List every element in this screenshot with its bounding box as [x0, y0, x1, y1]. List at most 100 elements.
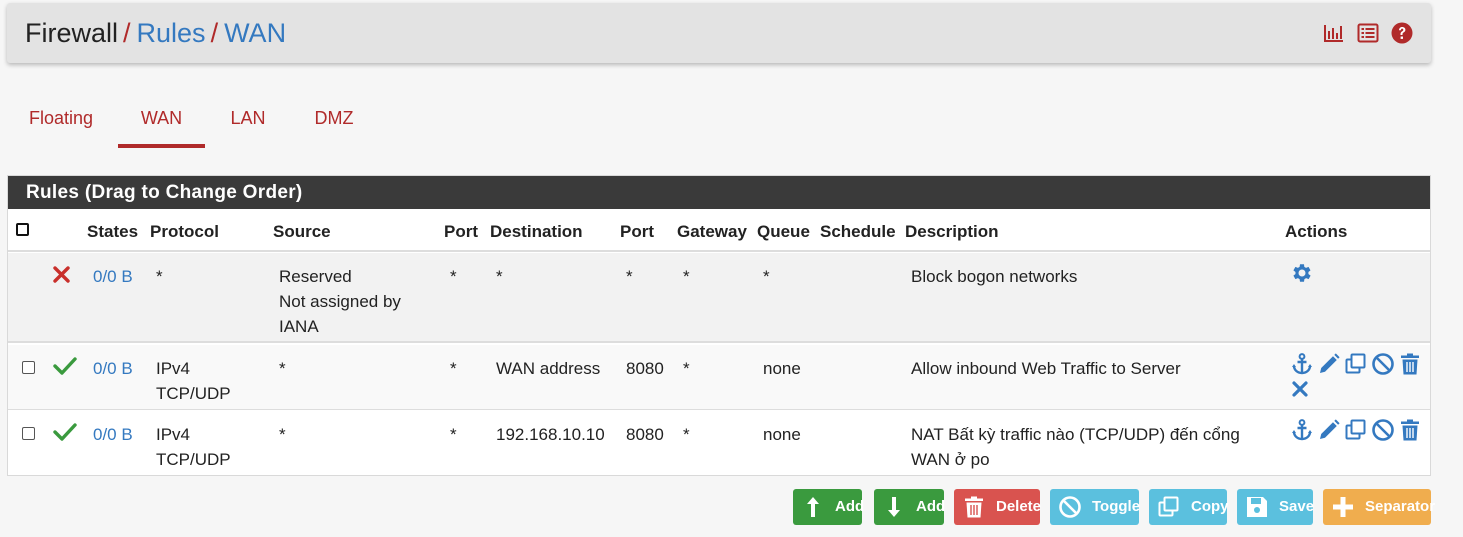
breadcrumb-rules[interactable]: Rules	[137, 18, 206, 48]
help-icon[interactable]	[1391, 22, 1413, 44]
col-states: States	[87, 222, 139, 241]
save-icon	[1245, 495, 1269, 519]
queue-cell: none	[763, 359, 801, 378]
delete-label: Delete	[996, 498, 1042, 515]
breadcrumb-wan[interactable]: WAN	[224, 18, 286, 48]
protocol-cell: IPv4 TCP/UDP	[156, 422, 231, 472]
states-link[interactable]: 0/0 B	[93, 422, 133, 447]
pass-status-icon	[53, 423, 77, 441]
col-protocol: Protocol	[150, 222, 219, 241]
disable-icon[interactable]	[1371, 418, 1395, 442]
pass-status-icon	[53, 357, 77, 375]
row-select-checkbox[interactable]	[22, 427, 35, 440]
col-source: Source	[273, 222, 331, 241]
delete-button[interactable]: Delete	[954, 489, 1042, 525]
destination-cell: *	[496, 267, 503, 286]
add-top-label: Add	[835, 498, 865, 515]
list-icon[interactable]	[1357, 22, 1379, 44]
protocol-line: TCP/UDP	[156, 384, 231, 403]
panel-title: Rules (Drag to Change Order)	[8, 176, 1430, 209]
col-description: Description	[905, 222, 999, 241]
table-header: States Protocol Source Port Destination …	[8, 209, 1430, 252]
page-header: Firewall / Rules / WAN	[7, 3, 1431, 63]
col-destination: Destination	[490, 222, 583, 241]
protocol-cell: *	[156, 267, 163, 286]
arrow-up-icon	[801, 495, 825, 519]
save-label: Save	[1279, 498, 1315, 515]
select-all-checkbox[interactable]	[16, 223, 29, 236]
row-select-checkbox[interactable]	[22, 361, 35, 374]
col-port: Port	[444, 222, 478, 241]
copy-label: Copy	[1191, 498, 1229, 515]
row-actions	[1290, 352, 1422, 376]
copy-button[interactable]: Copy	[1149, 489, 1229, 525]
description-cell: Block bogon networks	[911, 267, 1078, 286]
tab-dmz[interactable]: DMZ	[306, 98, 362, 148]
destination-cell: 192.168.10.10	[496, 425, 605, 444]
trash-icon	[962, 495, 986, 519]
copy-icon[interactable]	[1344, 418, 1368, 442]
anchor-icon[interactable]	[1290, 352, 1314, 376]
gear-icon[interactable]	[1290, 261, 1314, 285]
anchor-icon[interactable]	[1290, 418, 1314, 442]
copy-icon[interactable]	[1344, 352, 1368, 376]
states-link[interactable]: 0/0 B	[93, 264, 133, 289]
description-cell: NAT Bất kỳ traffic nào (TCP/UDP) đến cổn…	[911, 422, 1240, 472]
table-row[interactable]: 0/0 B * Reserved Not assigned by IANA * …	[8, 253, 1430, 343]
row-actions	[1290, 418, 1422, 442]
table-row[interactable]: 0/0 B IPv4 TCP/UDP * * 192.168.10.10 808…	[8, 411, 1430, 475]
tab-wan[interactable]: WAN	[118, 98, 205, 148]
description-line: WAN ở po	[911, 450, 990, 469]
queue-cell: *	[763, 267, 770, 286]
add-top-button[interactable]: Add	[793, 489, 865, 525]
edit-pencil-icon[interactable]	[1317, 352, 1341, 376]
tab-floating[interactable]: Floating	[22, 98, 100, 148]
breadcrumb-separator: /	[123, 18, 131, 48]
port-cell: *	[450, 359, 457, 378]
col-dest-port: Port	[620, 222, 654, 241]
block-status-icon	[53, 266, 70, 283]
plus-icon	[1331, 495, 1355, 519]
protocol-line: TCP/UDP	[156, 450, 231, 469]
separator-button[interactable]: Separator	[1323, 489, 1435, 525]
trash-icon[interactable]	[1398, 418, 1422, 442]
destination-cell: WAN address	[496, 359, 601, 378]
table-row[interactable]: 0/0 B IPv4 TCP/UDP * * WAN address 8080 …	[8, 345, 1430, 410]
source-line: Not assigned by	[279, 292, 401, 311]
source-cell: *	[279, 359, 286, 378]
edit-pencil-icon[interactable]	[1317, 418, 1341, 442]
port-cell: *	[450, 267, 457, 286]
dest-port-cell: 8080	[626, 425, 664, 444]
chart-icon[interactable]	[1323, 22, 1345, 44]
description-line: NAT Bất kỳ traffic nào (TCP/UDP) đến cổn…	[911, 425, 1240, 444]
header-icons	[1323, 22, 1413, 44]
port-cell: *	[450, 425, 457, 444]
disable-icon[interactable]	[1371, 352, 1395, 376]
gateway-cell: *	[683, 425, 690, 444]
breadcrumb-separator: /	[210, 18, 219, 48]
breadcrumb-firewall: Firewall	[25, 18, 119, 48]
col-actions: Actions	[1285, 222, 1348, 241]
tab-lan[interactable]: LAN	[222, 98, 274, 148]
protocol-line: IPv4	[156, 425, 191, 444]
delete-x-icon[interactable]	[1292, 381, 1308, 397]
save-button[interactable]: Save	[1237, 489, 1315, 525]
source-cell: Reserved Not assigned by IANA	[279, 264, 401, 339]
states-link[interactable]: 0/0 B	[93, 356, 133, 381]
dest-port-cell: 8080	[626, 359, 664, 378]
arrow-down-icon	[882, 495, 906, 519]
description-cell: Allow inbound Web Traffic to Server	[911, 359, 1181, 378]
toggle-label: Toggle	[1092, 498, 1141, 515]
gateway-cell: *	[683, 359, 690, 378]
source-line: Reserved	[279, 267, 352, 286]
toggle-button[interactable]: Toggle	[1050, 489, 1141, 525]
trash-icon[interactable]	[1398, 352, 1422, 376]
col-queue: Queue	[757, 222, 810, 241]
dest-port-cell: *	[626, 267, 633, 286]
disable-icon	[1058, 495, 1082, 519]
gateway-cell: *	[683, 267, 690, 286]
breadcrumb: Firewall / Rules / WAN	[25, 16, 286, 50]
separator-label: Separator	[1365, 498, 1436, 515]
rules-panel: Rules (Drag to Change Order) States Prot…	[7, 175, 1431, 476]
add-bottom-button[interactable]: Add	[874, 489, 945, 525]
